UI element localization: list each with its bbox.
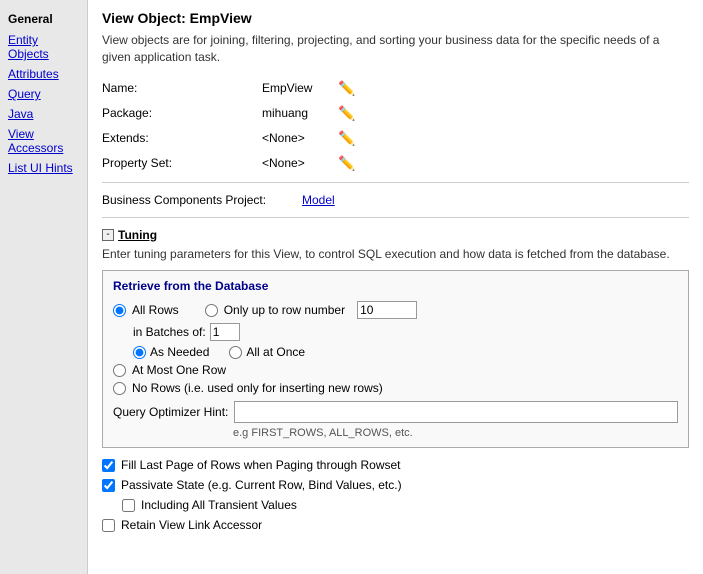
sidebar: General Entity Objects Attributes Query … [0,0,88,574]
divider-2 [102,217,689,218]
no-rows-label: No Rows (i.e. used only for inserting ne… [132,381,383,395]
sidebar-item-query[interactable]: Query [0,84,87,104]
as-needed-option: As Needed [133,345,209,359]
sidebar-item-java[interactable]: Java [0,104,87,124]
sidebar-section-title: General [0,8,87,30]
row-fetch-options-row: All Rows Only up to row number [113,301,678,319]
retrieve-box: Retrieve from the Database All Rows Only… [102,270,689,448]
package-label: Package: [102,106,262,120]
name-edit-icon[interactable]: ✏️ [338,80,355,97]
tuning-header[interactable]: - Tuning [102,228,689,242]
extends-field-row: Extends: <None> ✏️ [102,130,689,147]
bc-label: Business Components Project: [102,193,302,207]
property-set-edit-icon[interactable]: ✏️ [338,155,355,172]
passivate-state-row: Passivate State (e.g. Current Row, Bind … [102,478,689,492]
divider-1 [102,182,689,183]
bc-row: Business Components Project: Model [102,193,689,207]
extends-edit-icon[interactable]: ✏️ [338,130,355,147]
all-rows-radio[interactable] [113,304,126,317]
all-rows-label: All Rows [132,303,179,317]
fill-last-page-checkbox[interactable] [102,459,115,472]
sidebar-item-entity-objects[interactable]: Entity Objects [0,30,87,64]
property-set-field-row: Property Set: <None> ✏️ [102,155,689,172]
only-up-to-label: Only up to row number [224,303,345,317]
tuning-toggle[interactable]: - [102,229,114,241]
page-description: View objects are for joining, filtering,… [102,32,689,66]
main-content: View Object: EmpView View objects are fo… [88,0,703,574]
fill-last-page-row: Fill Last Page of Rows when Paging throu… [102,458,689,472]
at-most-one-radio[interactable] [113,364,126,377]
page-title: View Object: EmpView [102,10,689,26]
fill-last-page-label: Fill Last Page of Rows when Paging throu… [121,458,401,472]
bc-link[interactable]: Model [302,193,335,207]
sidebar-item-list-ui-hints[interactable]: List UI Hints [0,158,87,178]
all-at-once-option: All at Once [229,345,305,359]
query-optimizer-input[interactable] [234,401,678,423]
tuning-description: Enter tuning parameters for this View, t… [102,246,689,263]
as-needed-label: As Needed [150,345,209,359]
package-field-row: Package: mihuang ✏️ [102,105,689,122]
no-rows-row: No Rows (i.e. used only for inserting ne… [113,381,678,395]
row-number-input[interactable] [357,301,417,319]
at-most-one-label: At Most One Row [132,363,226,377]
including-transient-row: Including All Transient Values [122,498,689,512]
including-transient-checkbox[interactable] [122,499,135,512]
sidebar-item-attributes[interactable]: Attributes [0,64,87,84]
batches-row: in Batches of: [133,323,678,341]
no-rows-radio[interactable] [113,382,126,395]
query-optimizer-example: e.g FIRST_ROWS, ALL_ROWS, etc. [233,427,678,439]
passivate-state-checkbox[interactable] [102,479,115,492]
property-set-label: Property Set: [102,156,262,170]
query-optimizer-row: Query Optimizer Hint: [113,401,678,423]
sidebar-item-view-accessors[interactable]: View Accessors [0,124,87,158]
package-edit-icon[interactable]: ✏️ [338,105,355,122]
name-value: EmpView [262,81,332,95]
at-most-one-row: At Most One Row [113,363,678,377]
retain-view-link-checkbox[interactable] [102,519,115,532]
only-up-to-radio[interactable] [205,304,218,317]
name-field-row: Name: EmpView ✏️ [102,80,689,97]
package-value: mihuang [262,106,332,120]
extends-label: Extends: [102,131,262,145]
query-optimizer-label: Query Optimizer Hint: [113,405,228,419]
all-at-once-radio[interactable] [229,346,242,359]
all-at-once-label: All at Once [246,345,305,359]
passivate-state-label: Passivate State (e.g. Current Row, Bind … [121,478,402,492]
batches-input[interactable] [210,323,240,341]
tuning-title: Tuning [118,228,157,242]
property-set-value: <None> [262,156,332,170]
as-needed-radio[interactable] [133,346,146,359]
including-transient-label: Including All Transient Values [141,498,297,512]
as-needed-row: As Needed All at Once [133,345,678,359]
batches-label: in Batches of: [133,325,206,339]
extends-value: <None> [262,131,332,145]
name-label: Name: [102,81,262,95]
retrieve-box-title: Retrieve from the Database [113,279,678,293]
retain-view-link-row: Retain View Link Accessor [102,518,689,532]
retain-view-link-label: Retain View Link Accessor [121,518,262,532]
